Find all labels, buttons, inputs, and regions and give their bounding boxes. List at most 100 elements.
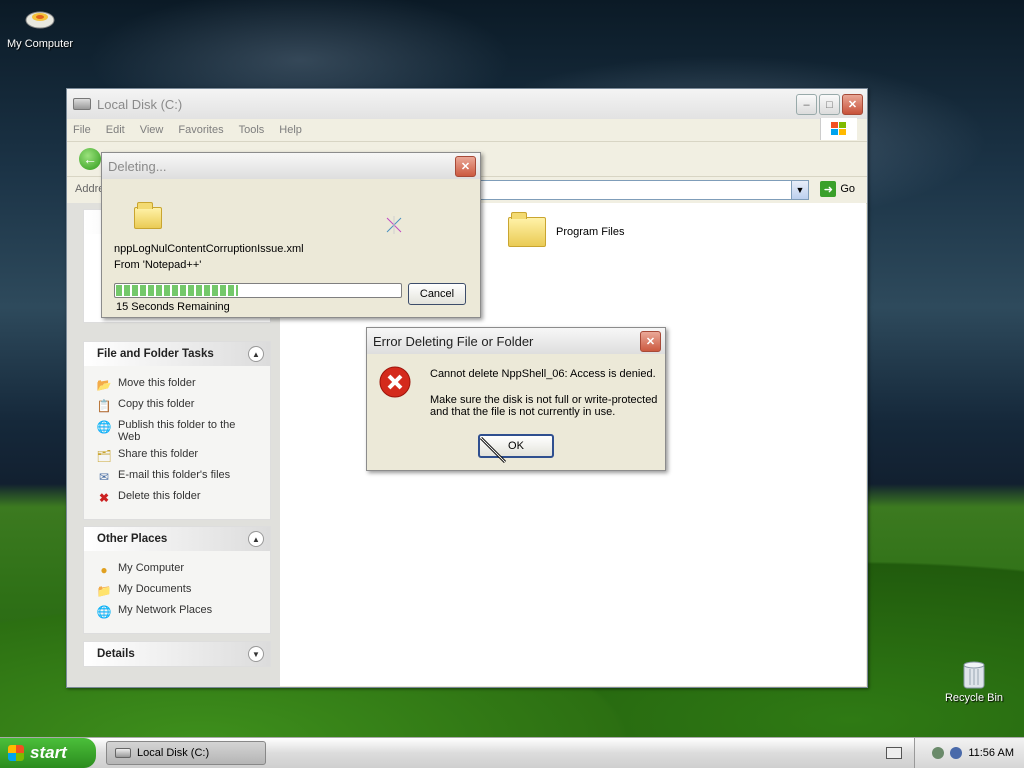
task-delete-folder[interactable]: ✖ Delete this folder bbox=[96, 490, 260, 506]
error-dialog-title-bar[interactable]: Error Deleting File or Folder ✕ bbox=[367, 328, 665, 354]
details-box: Details ▼ bbox=[83, 641, 271, 667]
start-button[interactable]: start bbox=[0, 738, 96, 768]
menu-edit[interactable]: Edit bbox=[106, 124, 125, 136]
task-label: Move this folder bbox=[118, 377, 196, 389]
deleting-dialog-title-bar[interactable]: Deleting... ✕ bbox=[102, 153, 480, 179]
explorer-title: Local Disk (C:) bbox=[97, 96, 183, 112]
deleting-file-name: nppLogNulContentCorruptionIssue.xml bbox=[114, 243, 304, 255]
file-folder-tasks-title: File and Folder Tasks bbox=[97, 348, 214, 360]
delete-icon: ✖ bbox=[98, 491, 110, 505]
windows-flag-icon bbox=[8, 745, 24, 761]
go-arrow-icon: ➜ bbox=[820, 181, 837, 197]
file-folder-tasks-box: File and Folder Tasks ▲ 📂 Move this fold… bbox=[83, 341, 271, 520]
keyboard-icon[interactable] bbox=[886, 747, 902, 759]
task-publish-web[interactable]: 🌐 Publish this folder to the Web bbox=[96, 419, 260, 443]
error-message: Cannot delete NppShell_06: Access is den… bbox=[430, 368, 656, 380]
desktop-icon-my-computer[interactable]: My Computer bbox=[0, 6, 80, 50]
deleting-from-text: From 'Notepad++' bbox=[114, 259, 202, 271]
file-item-label: Program Files bbox=[556, 226, 625, 238]
place-label: My Network Places bbox=[118, 604, 213, 616]
task-copy-folder[interactable]: 📋 Copy this folder bbox=[96, 398, 260, 414]
error-icon bbox=[379, 366, 411, 398]
place-label: My Documents bbox=[118, 583, 192, 595]
menu-bar: File Edit View Favorites Tools Help bbox=[67, 119, 867, 142]
task-label: Share this folder bbox=[118, 448, 199, 460]
desktop-icon-recycle-bin[interactable]: Recycle Bin bbox=[934, 660, 1014, 704]
task-share-folder[interactable]: 🗂 Share this folder bbox=[96, 448, 260, 464]
error-dialog: Error Deleting File or Folder ✕ Cannot d… bbox=[366, 327, 666, 471]
recycle-animation-icon bbox=[384, 215, 404, 235]
move-folder-icon: 📂 bbox=[96, 378, 112, 392]
close-button[interactable]: ✕ bbox=[842, 94, 863, 115]
error-detail-line2: and that the file is not currently in us… bbox=[430, 406, 616, 418]
error-dialog-title: Error Deleting File or Folder bbox=[373, 333, 534, 349]
my-computer-icon: ● bbox=[100, 563, 108, 577]
menu-view[interactable]: View bbox=[140, 124, 164, 136]
details-title: Details bbox=[97, 648, 135, 660]
time-remaining: 15 Seconds Remaining bbox=[116, 301, 230, 313]
minimize-button[interactable]: – bbox=[796, 94, 817, 115]
copy-folder-icon: 📋 bbox=[96, 399, 112, 413]
other-places-box: Other Places ▲ ● My Computer 📁 My Docume… bbox=[83, 526, 271, 634]
deleting-dialog-title: Deleting... bbox=[108, 158, 167, 174]
back-button[interactable]: ← bbox=[79, 148, 101, 170]
taskbar-button-label: Local Disk (C:) bbox=[137, 747, 210, 759]
cancel-button[interactable]: Cancel bbox=[408, 283, 466, 305]
place-my-computer[interactable]: ● My Computer bbox=[96, 562, 260, 578]
file-item-program-files[interactable]: Program Files bbox=[508, 212, 625, 247]
tray-volume-icon[interactable] bbox=[950, 747, 963, 759]
task-move-folder[interactable]: 📂 Move this folder bbox=[96, 377, 260, 393]
folder-icon bbox=[508, 212, 546, 247]
place-network[interactable]: 🌐 My Network Places bbox=[96, 604, 260, 620]
start-label: start bbox=[30, 743, 67, 762]
task-label: Publish this folder to the Web bbox=[118, 419, 236, 443]
folder-icon bbox=[134, 202, 162, 229]
drive-icon bbox=[73, 98, 91, 110]
network-icon: 🌐 bbox=[96, 605, 112, 619]
address-label: Addre bbox=[75, 183, 105, 195]
close-button[interactable]: ✕ bbox=[455, 156, 476, 177]
error-detail-line1: Make sure the disk is not full or write-… bbox=[430, 394, 658, 406]
share-folder-icon: 🗂 bbox=[96, 449, 112, 463]
desktop-icon-label: Recycle Bin bbox=[944, 692, 1004, 704]
menu-favorites[interactable]: Favorites bbox=[178, 124, 223, 136]
system-tray: 11:56 AM bbox=[914, 738, 1024, 768]
desktop-icon-label: My Computer bbox=[6, 38, 74, 50]
menu-tools[interactable]: Tools bbox=[239, 124, 265, 136]
close-button[interactable]: ✕ bbox=[640, 331, 661, 352]
deleting-dialog: Deleting... ✕ nppLogNulContentCorruption… bbox=[101, 152, 481, 318]
other-places-header[interactable]: Other Places ▲ bbox=[84, 527, 270, 551]
taskbar: start Local Disk (C:) 11:56 AM bbox=[0, 737, 1024, 768]
taskbar-button-local-disk[interactable]: Local Disk (C:) bbox=[106, 741, 266, 765]
windows-logo-icon bbox=[820, 118, 857, 140]
place-label: My Computer bbox=[118, 562, 185, 574]
chevron-up-icon[interactable]: ▲ bbox=[248, 346, 264, 362]
email-icon: ✉ bbox=[98, 470, 110, 484]
my-documents-icon: 📁 bbox=[96, 584, 112, 598]
file-folder-tasks-header[interactable]: File and Folder Tasks ▲ bbox=[84, 342, 270, 366]
menu-help[interactable]: Help bbox=[279, 124, 302, 136]
recycle-bin-icon bbox=[958, 660, 990, 689]
chevron-up-icon[interactable]: ▲ bbox=[248, 531, 264, 547]
delete-progress-fill bbox=[116, 285, 239, 296]
task-label: E-mail this folder's files bbox=[118, 469, 231, 481]
my-computer-icon bbox=[24, 6, 56, 34]
details-header[interactable]: Details ▼ bbox=[84, 642, 270, 666]
place-my-documents[interactable]: 📁 My Documents bbox=[96, 583, 260, 599]
maximize-button[interactable]: □ bbox=[819, 94, 840, 115]
clock[interactable]: 11:56 AM bbox=[968, 747, 1014, 759]
chevron-down-icon[interactable]: ▼ bbox=[248, 646, 264, 662]
go-button[interactable]: ➜ Go bbox=[820, 181, 855, 197]
menu-file[interactable]: File bbox=[73, 124, 91, 136]
go-label: Go bbox=[840, 183, 855, 195]
explorer-title-bar[interactable]: Local Disk (C:) – □ ✕ bbox=[67, 89, 867, 119]
tray-network-icon[interactable] bbox=[932, 747, 945, 759]
task-label: Copy this folder bbox=[118, 398, 195, 410]
mouse-cursor-icon bbox=[479, 436, 509, 469]
chevron-down-icon[interactable]: ▼ bbox=[791, 180, 809, 200]
drive-icon bbox=[115, 748, 131, 758]
delete-progress-bar bbox=[114, 283, 402, 298]
other-places-title: Other Places bbox=[97, 533, 168, 545]
task-label: Delete this folder bbox=[118, 490, 201, 502]
task-email-files[interactable]: ✉ E-mail this folder's files bbox=[96, 469, 260, 485]
